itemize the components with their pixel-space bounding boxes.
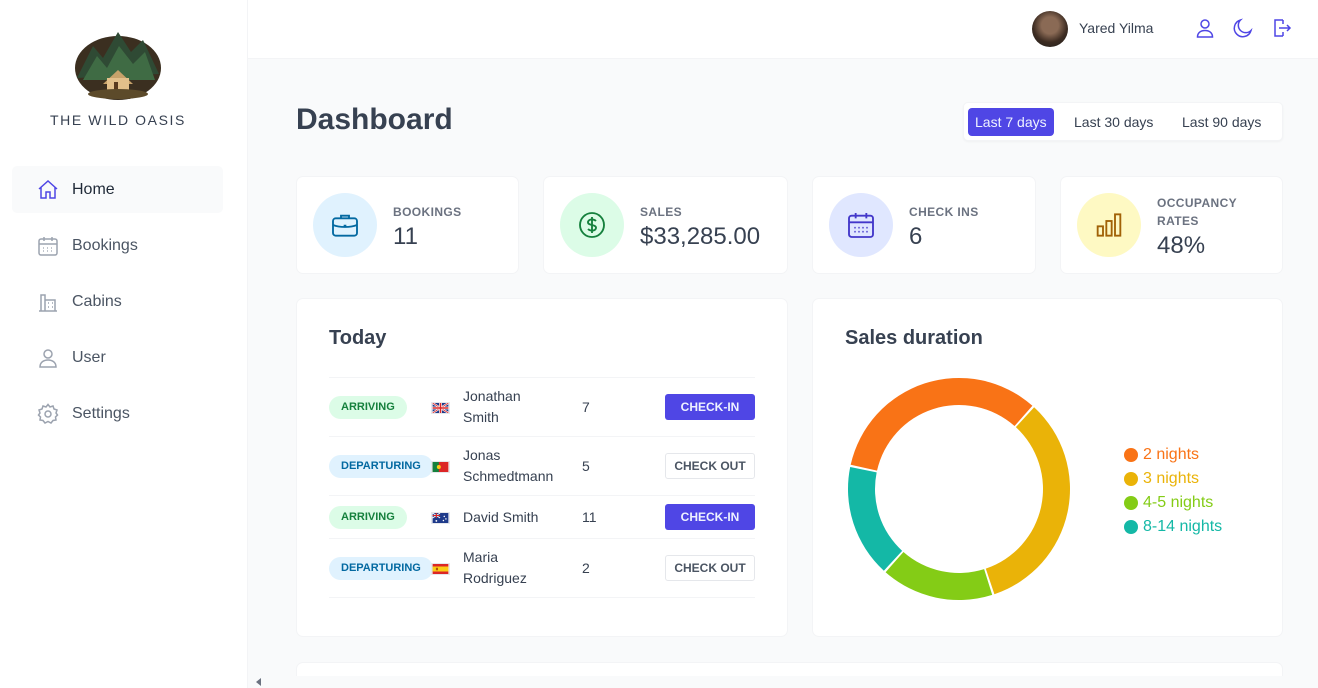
flag-australia-icon [431,512,450,524]
stat-sales: SALES $33,285.00 [543,176,788,274]
check-in-button[interactable]: CHECK-IN [665,394,755,420]
filter-last-30-days[interactable]: Last 30 days [1067,108,1160,136]
check-out-button[interactable]: CHECK OUT [665,555,755,581]
stat-icon-circle [313,193,377,257]
legend-dot [1124,448,1138,462]
nights-count: 2 [582,560,590,576]
stat-bookings: BOOKINGS 11 [296,176,519,274]
flag-portugal-icon [431,461,450,473]
legend-item: 2 nights [1124,443,1222,467]
sidebar-item-label: User [72,348,106,366]
user-icon[interactable] [1193,16,1217,40]
guest-name-line1: Maria [463,549,499,565]
gear-icon [37,402,59,424]
check-out-button[interactable]: CHECK OUT [665,453,755,479]
briefcase-icon [332,214,358,237]
nights-count: 11 [582,509,597,525]
stat-title-line1: OCCUPANCY [1157,196,1238,210]
today-row: DEPARTURING Jonas Schmedtmann 5 CHECK OU… [329,436,755,495]
stat-value: 6 [909,223,923,250]
filter-last-7-days[interactable]: Last 7 days [968,108,1054,136]
nights-count: 5 [582,458,590,474]
moon-icon[interactable] [1231,16,1255,40]
guest-name-line1: David Smith [463,509,539,525]
scroll-left-arrow-icon[interactable] [256,678,261,686]
legend-label: 2 nights [1143,446,1200,463]
donut-slice-4-5-nights [885,552,993,600]
calendar-icon [38,236,58,256]
sidebar-item-bookings[interactable]: Bookings [12,222,223,269]
sales-duration-title: Sales duration [845,327,983,349]
sidebar-item-user[interactable]: User [12,334,223,381]
legend-item: 3 nights [1124,467,1222,491]
sidebar-item-settings[interactable]: Settings [12,390,223,437]
stat-title: CHECK INS [909,205,979,219]
home-icon [38,179,58,199]
stat-value: 48% [1157,232,1206,259]
guest-name-line2: Smith [463,409,499,425]
sidebar-item-label: Cabins [72,292,122,310]
legend-item: 8-14 nights [1124,515,1222,539]
guest-name-line2: Rodriguez [463,570,527,586]
guest-name-line1: Jonathan [463,388,521,404]
donut-slice-2-nights [850,377,1033,471]
today-row: ARRIVING Jonathan Smith 7 CHECK-IN [329,377,755,436]
brand-name: THE WILD OASIS [50,112,186,128]
flag-uk-icon [431,402,450,414]
filter-last-90-days[interactable]: Last 90 days [1175,108,1268,136]
date-filter: Last 7 days Last 30 days Last 90 days [963,102,1283,141]
sidebar-item-label: Settings [72,404,130,422]
stat-title-line2: RATES [1157,214,1199,228]
sidebar-item-label: Home [72,180,115,198]
horizontal-scrollbar[interactable] [248,676,1318,688]
today-row: ARRIVING David Smith 11 CHECK-IN [329,495,755,538]
flag-spain-icon [431,563,450,575]
calendar-days-icon [848,213,874,238]
sidebar: THE WILD OASIS Home Bookings Cabins User… [0,0,248,688]
sidebar-item-cabins[interactable]: Cabins [12,278,223,325]
donut-slice-8-14-nights [848,467,903,571]
legend-label: 4-5 nights [1143,494,1214,511]
legend-item: 4-5 nights [1124,491,1222,515]
user-icon [39,348,57,368]
page-title: Dashboard [296,103,453,136]
guest-name-line2: Schmedtmann [463,468,554,484]
today-title: Today [329,327,387,349]
stat-title: SALES [640,205,683,219]
legend-dot [1124,496,1138,510]
sidebar-item-home[interactable]: Home [12,166,223,213]
logout-icon[interactable] [1269,16,1293,40]
top-header: Yared Yilma [248,0,1318,59]
avatar[interactable] [1032,11,1068,47]
nights-count: 7 [582,399,590,415]
donut-slice-3-nights [985,407,1070,595]
stat-icon-circle [1077,193,1141,257]
sidebar-item-label: Bookings [72,236,138,254]
legend-dot [1124,472,1138,486]
check-in-button[interactable]: CHECK-IN [665,504,755,530]
stat-value: 11 [393,223,418,250]
stat-title: BOOKINGS [393,205,462,219]
donut-chart [848,377,1070,600]
stat-occupancy: OCCUPANCY RATES 48% [1060,176,1283,274]
stat-value: $33,285.00 [640,223,761,250]
dollar-icon [579,212,605,238]
today-row: DEPARTURING Maria Rodriguez 2 CHECK OUT [329,538,755,598]
username: Yared Yilma [1079,20,1154,36]
legend-dot [1124,520,1138,534]
logo [75,32,161,100]
cabins-icon [39,293,57,312]
status-badge: ARRIVING [329,396,407,419]
status-badge: DEPARTURING [329,455,433,478]
chart-bar-icon [1096,213,1122,237]
stat-check-ins: CHECK INS 6 [812,176,1036,274]
guest-name-line1: Jonas [463,447,501,463]
legend-label: 3 nights [1143,470,1200,487]
status-badge: DEPARTURING [329,557,433,580]
status-badge: ARRIVING [329,506,407,529]
stat-icon-circle [829,193,893,257]
chart-legend: 2 nights 3 nights 4-5 nights 8-14 nights [1124,443,1222,539]
stat-icon-circle [560,193,624,257]
legend-label: 8-14 nights [1143,518,1223,535]
